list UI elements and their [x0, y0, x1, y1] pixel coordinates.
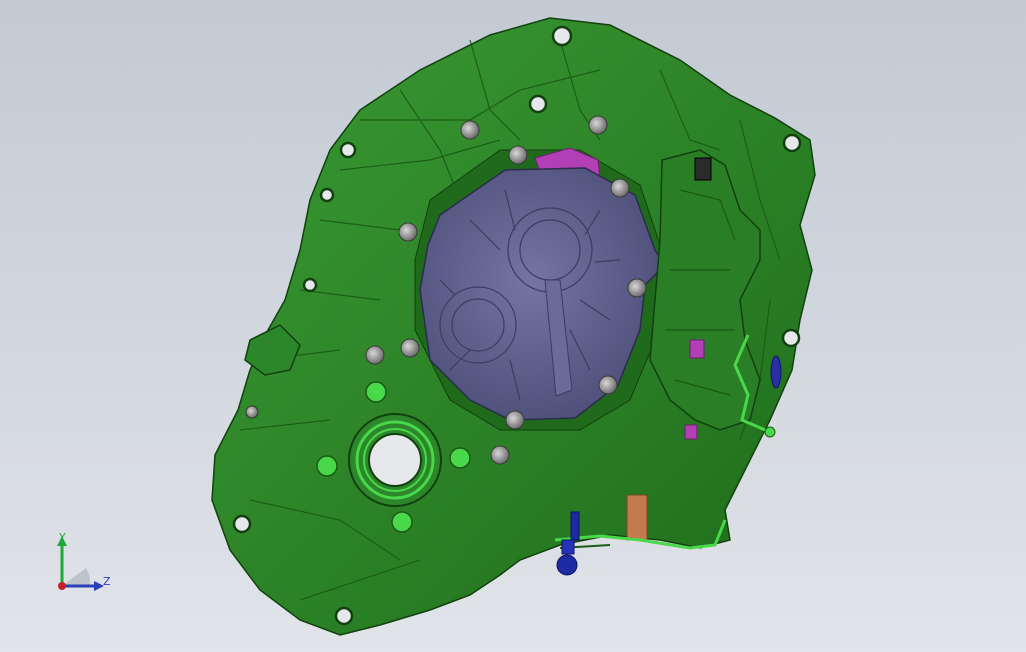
y-axis-label: Y	[59, 531, 66, 544]
mount-hole	[528, 94, 548, 114]
blue-ring	[770, 355, 782, 389]
mount-hole	[319, 187, 335, 203]
mount-hole	[782, 133, 802, 153]
cover-bolt	[398, 222, 418, 242]
spring-element	[694, 157, 712, 181]
boss-bolt	[365, 381, 387, 403]
magenta-clip	[684, 424, 698, 440]
mount-hole	[339, 141, 357, 159]
mount-hole	[302, 277, 318, 293]
gearbox-housing-model[interactable]	[0, 0, 1026, 652]
cover-bolt	[598, 375, 618, 395]
cover-bolt	[490, 445, 510, 465]
cover-bolt	[365, 345, 385, 365]
cover-bolt	[400, 338, 420, 358]
copper-shaft	[626, 494, 648, 541]
cover-bolt	[508, 145, 528, 165]
cover-bolt	[505, 410, 525, 430]
boss-bolt	[449, 447, 471, 469]
cover-bolt	[627, 278, 647, 298]
cover-bolt	[610, 178, 630, 198]
cover-bolt	[460, 120, 480, 140]
mount-hole	[232, 514, 252, 534]
bearing-boss	[348, 413, 442, 507]
mount-hole	[551, 25, 573, 47]
mount-hole	[334, 606, 354, 626]
mount-hole	[781, 328, 801, 348]
z-axis-label: Z	[103, 575, 111, 588]
3d-viewport[interactable]: Y Z	[0, 0, 1026, 652]
boss-bolt	[391, 511, 413, 533]
boss-bolt	[316, 455, 338, 477]
cover-bolt	[588, 115, 608, 135]
magenta-clip	[689, 339, 705, 359]
